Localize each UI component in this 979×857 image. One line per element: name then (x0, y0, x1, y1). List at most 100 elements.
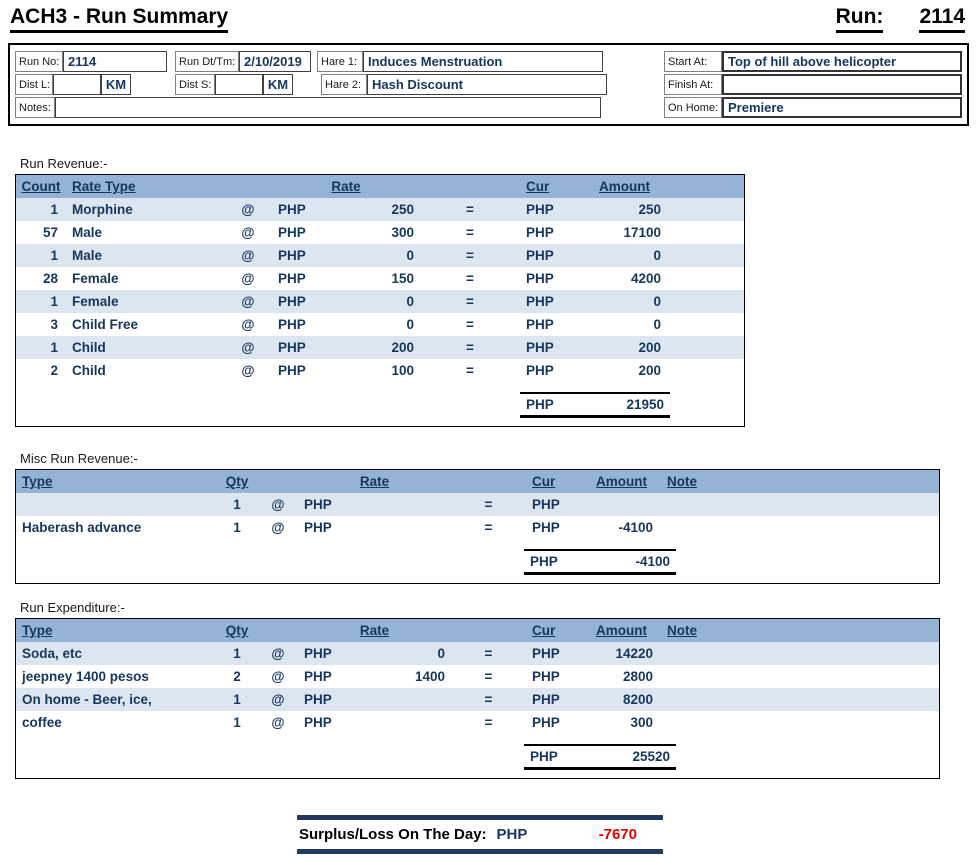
cell-at-sign: @ (271, 520, 285, 535)
cell-rate: 0 (406, 317, 414, 332)
run-revenue-section-label: Run Revenue:- (20, 156, 108, 171)
run-revenue-total-amount: 21950 (626, 397, 664, 412)
on-home-group: On Home: Premiere (664, 97, 962, 118)
cell-currency: PHP (526, 248, 554, 263)
expenditure-section-label: Run Expenditure:- (20, 600, 125, 615)
surplus-currency: PHP (496, 826, 528, 843)
cell-rate-type: Child Free (72, 317, 139, 332)
cell-currency: PHP (532, 520, 560, 535)
expenditure-table: Type Qty Rate Cur Amount Note Soda, etc … (15, 618, 940, 779)
run-date-label: Run Dt/Tm: (175, 51, 239, 72)
cell-rate-currency: PHP (278, 340, 306, 355)
start-at-field[interactable]: Top of hill above helicopter (722, 51, 962, 72)
cell-rate-type: Male (72, 225, 103, 240)
cell-rate: 300 (391, 225, 414, 240)
dist-s-label: Dist S: (175, 74, 215, 95)
cell-amount: 200 (638, 363, 661, 378)
cell-equals-sign: = (466, 225, 474, 240)
run-revenue-total-currency: PHP (526, 397, 554, 412)
column-header-type: Type (22, 623, 53, 638)
cell-rate-currency: PHP (304, 520, 332, 535)
surplus-bottom-bar (297, 849, 663, 854)
cell-count: 57 (42, 225, 58, 240)
run-number-group: Run: 2114 (835, 5, 965, 33)
run-revenue-table: Count Rate Type Rate Cur Amount 1 Morphi… (15, 174, 745, 427)
cell-rate-currency: PHP (278, 225, 306, 240)
cell-currency: PHP (532, 497, 560, 512)
run-no-field[interactable]: 2114 (63, 51, 167, 72)
cell-equals-sign: = (466, 340, 474, 355)
cell-equals-sign: = (484, 497, 493, 512)
cell-rate-type: Female (72, 271, 119, 286)
table-row: 57 Male @ PHP 300 = PHP 17100 (16, 221, 744, 244)
cell-at-sign: @ (271, 646, 285, 661)
notes-field[interactable] (55, 97, 601, 118)
cell-rate: 0 (406, 294, 414, 309)
cell-amount: -4100 (618, 520, 653, 535)
hare1-field[interactable]: Induces Menstruation (363, 51, 603, 72)
cell-at-sign: @ (271, 497, 285, 512)
column-header-count: Count (21, 179, 61, 194)
cell-at-sign: @ (241, 317, 255, 332)
cell-amount: 0 (653, 294, 661, 309)
cell-qty: 1 (233, 715, 241, 730)
run-date-field[interactable]: 2/10/2019 (239, 51, 311, 72)
hare2-label: Hare 2: (321, 74, 367, 95)
table-row: 1 @ PHP = PHP (16, 493, 939, 516)
start-at-label: Start At: (664, 51, 722, 72)
cell-currency: PHP (526, 340, 554, 355)
table-row: jeepney 1400 pesos 2 @ PHP 1400 = PHP 28… (16, 665, 939, 688)
cell-rate-type: Morphine (72, 202, 133, 217)
expenditure-total: PHP 25520 (524, 744, 676, 770)
cell-amount: 300 (630, 715, 653, 730)
column-header-amount: Amount (596, 474, 647, 489)
finish-at-field[interactable] (722, 74, 962, 95)
misc-revenue-rows: 1 @ PHP = PHP Haberash advance 1 @ PHP =… (16, 493, 939, 539)
table-row: 1 Female @ PHP 0 = PHP 0 (16, 290, 744, 313)
table-row: On home - Beer, ice, 1 @ PHP = PHP 8200 (16, 688, 939, 711)
header-row-2: Dist L: KM Dist S: KM Hare 2: Hash Disco… (15, 74, 962, 95)
expenditure-section: Run Expenditure:- Type Qty Rate Cur Amou… (0, 600, 979, 779)
hare2-field[interactable]: Hash Discount (367, 74, 607, 95)
expenditure-rows: Soda, etc 1 @ PHP 0 = PHP 14220 jeepney … (16, 642, 939, 734)
column-header-rate-type: Rate Type (72, 179, 136, 194)
column-header-note: Note (667, 474, 697, 489)
dist-l-field[interactable] (53, 74, 101, 95)
cell-rate-currency: PHP (278, 202, 306, 217)
misc-revenue-total-amount: -4100 (635, 554, 670, 569)
cell-amount: 250 (638, 202, 661, 217)
cell-rate-type: Female (72, 294, 119, 309)
cell-equals-sign: = (466, 248, 474, 263)
on-home-field[interactable]: Premiere (722, 97, 962, 118)
cell-amount: 14220 (615, 646, 653, 661)
cell-rate-type: Child (72, 340, 106, 355)
cell-currency: PHP (526, 271, 554, 286)
cell-rate-currency: PHP (304, 646, 332, 661)
cell-rate: 250 (391, 202, 414, 217)
cell-qty: 1 (233, 497, 241, 512)
run-revenue-total: PHP 21950 (520, 392, 670, 418)
title-bar: ACH3 - Run Summary Run: 2114 (0, 0, 979, 33)
cell-count: 1 (50, 340, 58, 355)
cell-qty: 1 (233, 646, 241, 661)
hare1-label: Hare 1: (317, 51, 363, 72)
cell-amount: 17100 (623, 225, 661, 240)
misc-revenue-table: Type Qty Rate Cur Amount Note 1 @ PHP = … (15, 469, 940, 584)
cell-currency: PHP (532, 646, 560, 661)
cell-at-sign: @ (241, 363, 255, 378)
misc-revenue-total: PHP -4100 (524, 549, 676, 575)
column-header-rate: Rate (359, 623, 390, 638)
cell-rate: 200 (391, 340, 414, 355)
dist-s-field[interactable] (215, 74, 263, 95)
column-header-cur: Cur (526, 179, 550, 194)
cell-type: Soda, etc (22, 646, 83, 661)
cell-rate-type: Male (72, 248, 103, 263)
table-row: Haberash advance 1 @ PHP = PHP -4100 (16, 516, 939, 539)
run-header-form: Run No: 2114 Run Dt/Tm: 2/10/2019 Hare 1… (8, 43, 969, 126)
cell-currency: PHP (526, 317, 554, 332)
cell-rate: 0 (406, 248, 414, 263)
expenditure-table-header: Type Qty Rate Cur Amount Note (16, 619, 939, 642)
column-header-qty: Qty (225, 474, 249, 489)
finish-at-group: Finish At: (664, 74, 962, 95)
cell-count: 1 (50, 202, 58, 217)
